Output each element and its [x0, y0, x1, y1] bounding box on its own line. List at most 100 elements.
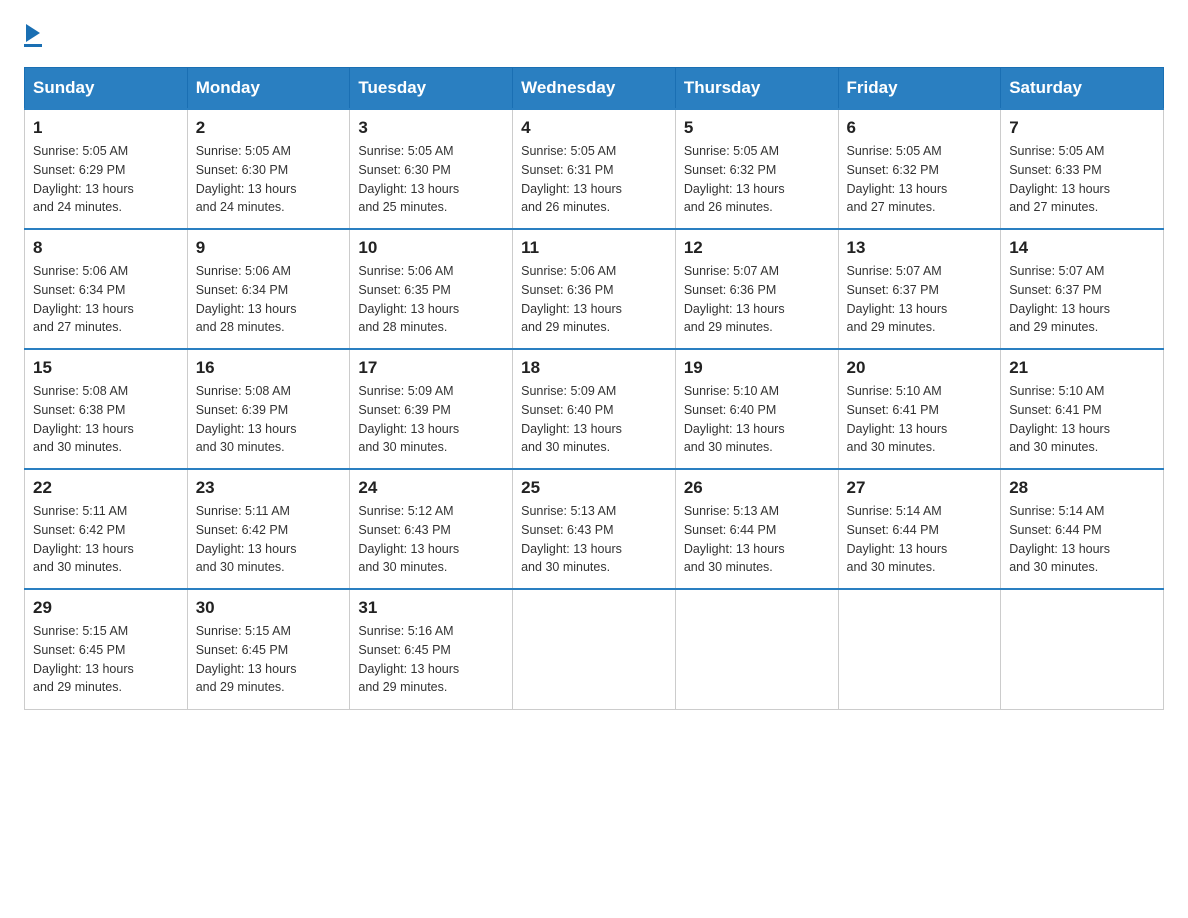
calendar-cell: 27 Sunrise: 5:14 AM Sunset: 6:44 PM Dayl… [838, 469, 1001, 589]
day-number: 18 [521, 358, 667, 378]
column-header-wednesday: Wednesday [513, 68, 676, 110]
day-info: Sunrise: 5:06 AM Sunset: 6:35 PM Dayligh… [358, 262, 504, 337]
day-number: 13 [847, 238, 993, 258]
calendar-cell: 13 Sunrise: 5:07 AM Sunset: 6:37 PM Dayl… [838, 229, 1001, 349]
day-info: Sunrise: 5:06 AM Sunset: 6:36 PM Dayligh… [521, 262, 667, 337]
column-header-tuesday: Tuesday [350, 68, 513, 110]
column-header-monday: Monday [187, 68, 350, 110]
calendar-cell: 25 Sunrise: 5:13 AM Sunset: 6:43 PM Dayl… [513, 469, 676, 589]
day-number: 26 [684, 478, 830, 498]
logo-underline [24, 44, 42, 47]
day-info: Sunrise: 5:13 AM Sunset: 6:43 PM Dayligh… [521, 502, 667, 577]
calendar-cell: 5 Sunrise: 5:05 AM Sunset: 6:32 PM Dayli… [675, 109, 838, 229]
day-info: Sunrise: 5:05 AM Sunset: 6:30 PM Dayligh… [358, 142, 504, 217]
day-info: Sunrise: 5:06 AM Sunset: 6:34 PM Dayligh… [196, 262, 342, 337]
day-info: Sunrise: 5:10 AM Sunset: 6:41 PM Dayligh… [847, 382, 993, 457]
day-number: 1 [33, 118, 179, 138]
calendar-cell: 31 Sunrise: 5:16 AM Sunset: 6:45 PM Dayl… [350, 589, 513, 709]
calendar-cell: 9 Sunrise: 5:06 AM Sunset: 6:34 PM Dayli… [187, 229, 350, 349]
calendar-cell: 7 Sunrise: 5:05 AM Sunset: 6:33 PM Dayli… [1001, 109, 1164, 229]
day-number: 6 [847, 118, 993, 138]
page-header [24, 24, 1164, 47]
day-number: 7 [1009, 118, 1155, 138]
day-number: 2 [196, 118, 342, 138]
calendar-cell: 2 Sunrise: 5:05 AM Sunset: 6:30 PM Dayli… [187, 109, 350, 229]
calendar-cell: 26 Sunrise: 5:13 AM Sunset: 6:44 PM Dayl… [675, 469, 838, 589]
day-info: Sunrise: 5:09 AM Sunset: 6:39 PM Dayligh… [358, 382, 504, 457]
day-number: 11 [521, 238, 667, 258]
calendar-cell: 24 Sunrise: 5:12 AM Sunset: 6:43 PM Dayl… [350, 469, 513, 589]
day-number: 27 [847, 478, 993, 498]
day-info: Sunrise: 5:05 AM Sunset: 6:30 PM Dayligh… [196, 142, 342, 217]
day-number: 30 [196, 598, 342, 618]
column-header-sunday: Sunday [25, 68, 188, 110]
calendar-cell: 8 Sunrise: 5:06 AM Sunset: 6:34 PM Dayli… [25, 229, 188, 349]
day-number: 31 [358, 598, 504, 618]
day-info: Sunrise: 5:15 AM Sunset: 6:45 PM Dayligh… [33, 622, 179, 697]
calendar-cell: 6 Sunrise: 5:05 AM Sunset: 6:32 PM Dayli… [838, 109, 1001, 229]
column-header-friday: Friday [838, 68, 1001, 110]
calendar-week-row: 15 Sunrise: 5:08 AM Sunset: 6:38 PM Dayl… [25, 349, 1164, 469]
calendar-cell: 30 Sunrise: 5:15 AM Sunset: 6:45 PM Dayl… [187, 589, 350, 709]
calendar-cell [1001, 589, 1164, 709]
calendar-cell: 11 Sunrise: 5:06 AM Sunset: 6:36 PM Dayl… [513, 229, 676, 349]
day-info: Sunrise: 5:15 AM Sunset: 6:45 PM Dayligh… [196, 622, 342, 697]
calendar-week-row: 22 Sunrise: 5:11 AM Sunset: 6:42 PM Dayl… [25, 469, 1164, 589]
calendar-cell: 22 Sunrise: 5:11 AM Sunset: 6:42 PM Dayl… [25, 469, 188, 589]
calendar-week-row: 1 Sunrise: 5:05 AM Sunset: 6:29 PM Dayli… [25, 109, 1164, 229]
day-number: 20 [847, 358, 993, 378]
day-info: Sunrise: 5:07 AM Sunset: 6:37 PM Dayligh… [1009, 262, 1155, 337]
day-info: Sunrise: 5:11 AM Sunset: 6:42 PM Dayligh… [196, 502, 342, 577]
calendar-cell: 17 Sunrise: 5:09 AM Sunset: 6:39 PM Dayl… [350, 349, 513, 469]
calendar-cell: 23 Sunrise: 5:11 AM Sunset: 6:42 PM Dayl… [187, 469, 350, 589]
calendar-cell: 4 Sunrise: 5:05 AM Sunset: 6:31 PM Dayli… [513, 109, 676, 229]
calendar-week-row: 8 Sunrise: 5:06 AM Sunset: 6:34 PM Dayli… [25, 229, 1164, 349]
calendar-cell [513, 589, 676, 709]
column-header-saturday: Saturday [1001, 68, 1164, 110]
day-number: 14 [1009, 238, 1155, 258]
day-number: 12 [684, 238, 830, 258]
calendar-cell: 1 Sunrise: 5:05 AM Sunset: 6:29 PM Dayli… [25, 109, 188, 229]
day-number: 10 [358, 238, 504, 258]
day-number: 23 [196, 478, 342, 498]
day-number: 4 [521, 118, 667, 138]
day-number: 8 [33, 238, 179, 258]
day-info: Sunrise: 5:07 AM Sunset: 6:37 PM Dayligh… [847, 262, 993, 337]
calendar-cell: 12 Sunrise: 5:07 AM Sunset: 6:36 PM Dayl… [675, 229, 838, 349]
day-info: Sunrise: 5:08 AM Sunset: 6:39 PM Dayligh… [196, 382, 342, 457]
calendar-cell: 16 Sunrise: 5:08 AM Sunset: 6:39 PM Dayl… [187, 349, 350, 469]
day-info: Sunrise: 5:05 AM Sunset: 6:29 PM Dayligh… [33, 142, 179, 217]
day-info: Sunrise: 5:13 AM Sunset: 6:44 PM Dayligh… [684, 502, 830, 577]
day-info: Sunrise: 5:12 AM Sunset: 6:43 PM Dayligh… [358, 502, 504, 577]
day-info: Sunrise: 5:05 AM Sunset: 6:33 PM Dayligh… [1009, 142, 1155, 217]
day-info: Sunrise: 5:10 AM Sunset: 6:40 PM Dayligh… [684, 382, 830, 457]
day-info: Sunrise: 5:09 AM Sunset: 6:40 PM Dayligh… [521, 382, 667, 457]
day-info: Sunrise: 5:05 AM Sunset: 6:32 PM Dayligh… [684, 142, 830, 217]
day-info: Sunrise: 5:14 AM Sunset: 6:44 PM Dayligh… [847, 502, 993, 577]
calendar-cell: 14 Sunrise: 5:07 AM Sunset: 6:37 PM Dayl… [1001, 229, 1164, 349]
calendar-cell: 21 Sunrise: 5:10 AM Sunset: 6:41 PM Dayl… [1001, 349, 1164, 469]
logo-arrow-icon [26, 24, 40, 42]
calendar-week-row: 29 Sunrise: 5:15 AM Sunset: 6:45 PM Dayl… [25, 589, 1164, 709]
calendar-cell [675, 589, 838, 709]
calendar-cell: 28 Sunrise: 5:14 AM Sunset: 6:44 PM Dayl… [1001, 469, 1164, 589]
calendar-cell: 20 Sunrise: 5:10 AM Sunset: 6:41 PM Dayl… [838, 349, 1001, 469]
day-number: 17 [358, 358, 504, 378]
day-info: Sunrise: 5:08 AM Sunset: 6:38 PM Dayligh… [33, 382, 179, 457]
calendar-cell: 29 Sunrise: 5:15 AM Sunset: 6:45 PM Dayl… [25, 589, 188, 709]
day-number: 21 [1009, 358, 1155, 378]
day-number: 3 [358, 118, 504, 138]
column-header-thursday: Thursday [675, 68, 838, 110]
day-info: Sunrise: 5:05 AM Sunset: 6:31 PM Dayligh… [521, 142, 667, 217]
day-info: Sunrise: 5:07 AM Sunset: 6:36 PM Dayligh… [684, 262, 830, 337]
day-number: 25 [521, 478, 667, 498]
day-info: Sunrise: 5:14 AM Sunset: 6:44 PM Dayligh… [1009, 502, 1155, 577]
day-number: 15 [33, 358, 179, 378]
day-info: Sunrise: 5:16 AM Sunset: 6:45 PM Dayligh… [358, 622, 504, 697]
calendar-header-row: SundayMondayTuesdayWednesdayThursdayFrid… [25, 68, 1164, 110]
day-number: 16 [196, 358, 342, 378]
day-number: 19 [684, 358, 830, 378]
day-number: 5 [684, 118, 830, 138]
calendar-cell: 3 Sunrise: 5:05 AM Sunset: 6:30 PM Dayli… [350, 109, 513, 229]
day-info: Sunrise: 5:05 AM Sunset: 6:32 PM Dayligh… [847, 142, 993, 217]
